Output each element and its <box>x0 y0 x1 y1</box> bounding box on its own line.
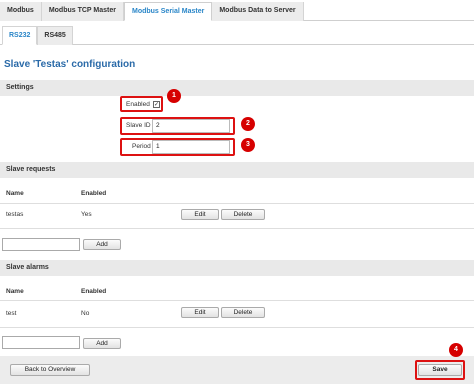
request-add-button[interactable]: Add <box>83 239 121 250</box>
alarms-col-name: Name <box>6 288 24 295</box>
request-add-input[interactable] <box>2 238 80 251</box>
slave-alarms-heading: Slave alarms <box>0 260 474 276</box>
divider <box>0 300 474 301</box>
back-to-overview-button[interactable]: Back to Overview <box>10 364 90 376</box>
tab-rs485[interactable]: RS485 <box>37 26 73 45</box>
requests-col-name: Name <box>6 190 24 197</box>
tab-modbus-tcp-master[interactable]: Modbus TCP Master <box>41 2 124 21</box>
alarm-add-button[interactable]: Add <box>83 338 121 349</box>
page-title: Slave 'Testas' configuration <box>4 59 136 70</box>
tab-modbus-serial-master[interactable]: Modbus Serial Master <box>123 2 213 21</box>
divider <box>0 228 474 229</box>
alarm-delete-button[interactable]: Delete <box>221 307 265 318</box>
marker-3: 3 <box>241 138 255 152</box>
highlight-period <box>120 138 235 156</box>
settings-heading: Settings <box>0 80 474 96</box>
alarm-row-enabled: No <box>81 310 90 317</box>
request-edit-button[interactable]: Edit <box>181 209 219 220</box>
request-row-name: testas <box>6 211 24 218</box>
highlight-enabled <box>120 96 163 112</box>
requests-col-enabled: Enabled <box>81 190 107 197</box>
tab-rs232[interactable]: RS232 <box>2 26 38 45</box>
highlight-save <box>415 360 465 380</box>
alarm-row-name: test <box>6 310 17 317</box>
marker-4: 4 <box>449 343 463 357</box>
highlight-slave-id <box>120 117 235 135</box>
alarms-col-enabled: Enabled <box>81 288 107 295</box>
divider <box>0 327 474 328</box>
top-tab-bar: Modbus Modbus TCP Master Modbus Serial M… <box>0 2 474 21</box>
sub-tab-bar: RS232 RS485 <box>0 26 474 45</box>
marker-2: 2 <box>241 117 255 131</box>
tab-modbus[interactable]: Modbus <box>0 2 42 21</box>
alarm-add-input[interactable] <box>2 336 80 349</box>
slave-requests-heading: Slave requests <box>0 162 474 178</box>
request-delete-button[interactable]: Delete <box>221 209 265 220</box>
alarm-edit-button[interactable]: Edit <box>181 307 219 318</box>
tab-modbus-data-to-server[interactable]: Modbus Data to Server <box>212 2 304 21</box>
marker-1: 1 <box>167 89 181 103</box>
divider <box>0 203 474 204</box>
request-row-enabled: Yes <box>81 211 92 218</box>
